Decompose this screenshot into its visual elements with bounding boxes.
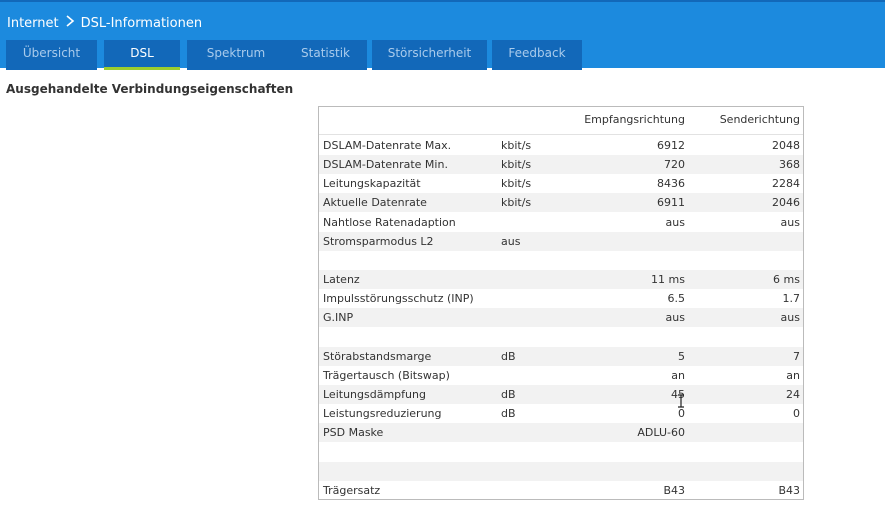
row-send-value: 0 bbox=[793, 407, 800, 421]
row-unit: kbit/s bbox=[501, 139, 532, 152]
row-receive-value: 8436 bbox=[657, 177, 685, 191]
table-row bbox=[319, 461, 803, 481]
table-row: G.INP aus aus bbox=[319, 308, 803, 328]
row-receive-value: 720 bbox=[664, 158, 685, 172]
row-send-value: 368 bbox=[779, 158, 800, 172]
text-cursor-icon bbox=[677, 393, 685, 408]
row-label: Latenz bbox=[323, 273, 360, 287]
row-send-value: 1.7 bbox=[782, 292, 801, 306]
section-title: Ausgehandelte Verbindungseigenschaften bbox=[6, 82, 294, 96]
row-send-value: B43 bbox=[778, 483, 800, 497]
row-label: Nahtlose Ratenadaption bbox=[323, 215, 456, 229]
row-unit: dB bbox=[501, 349, 516, 363]
table-row: DSLAM-Datenrate Max. kbit/s 6912 2048 bbox=[319, 136, 803, 155]
table-row: Impulsstörungsschutz (INP) 6.5 1.7 bbox=[319, 289, 803, 308]
table-row: DSLAM-Datenrate Min. kbit/s 720 368 bbox=[319, 155, 803, 175]
table-row: Trägertausch (Bitswap) an an bbox=[319, 366, 803, 385]
row-send-value: an bbox=[786, 368, 800, 382]
row-label: Leitungsdämpfung bbox=[323, 387, 426, 401]
row-label: Impulsstörungsschutz (INP) bbox=[323, 292, 474, 306]
table-row bbox=[319, 251, 803, 270]
row-send-value: 2284 bbox=[772, 177, 800, 191]
tab-feedback[interactable]: Feedback bbox=[492, 40, 582, 70]
row-label: Leitungskapazität bbox=[323, 177, 421, 191]
row-label: Störabstandsmarge bbox=[323, 349, 432, 363]
row-send-value: 24 bbox=[786, 387, 800, 401]
row-label: DSLAM-Datenrate Max. bbox=[323, 139, 452, 152]
tab-stoersicherheit[interactable]: Störsicherheit bbox=[372, 40, 487, 70]
table-row: Stromsparmodus L2 aus bbox=[319, 231, 803, 251]
row-receive-value: 6912 bbox=[657, 139, 685, 152]
table-row: Leitungskapazität kbit/s 8436 2284 bbox=[319, 174, 803, 193]
tab-spektrum[interactable]: Spektrum bbox=[187, 40, 285, 70]
row-label: Trägersatz bbox=[323, 483, 381, 497]
dsl-properties-table: Empfangsrichtung Senderichtung DSLAM-Dat… bbox=[318, 106, 804, 500]
table-row: Störabstandsmarge dB 5 7 bbox=[319, 346, 803, 366]
row-label: PSD Maske bbox=[323, 426, 384, 440]
row-unit: kbit/s bbox=[501, 158, 532, 172]
table-row bbox=[319, 442, 803, 461]
chevron-right-icon bbox=[64, 14, 76, 32]
row-receive-value: 5 bbox=[678, 349, 685, 363]
row-send-value: aus bbox=[780, 215, 800, 229]
row-receive-value: 6911 bbox=[657, 196, 685, 210]
row-unit: kbit/s bbox=[501, 177, 532, 191]
row-unit: aus bbox=[501, 234, 521, 248]
breadcrumb-parent[interactable]: Internet bbox=[7, 16, 59, 31]
table-row: Nahtlose Ratenadaption aus aus bbox=[319, 213, 803, 232]
row-send-value: 2046 bbox=[772, 196, 800, 210]
top-header: Internet DSL-Informationen Übersicht DSL… bbox=[0, 0, 885, 70]
table-row bbox=[319, 328, 803, 347]
table-header: Empfangsrichtung Senderichtung bbox=[319, 107, 803, 135]
header-receive-direction: Empfangsrichtung bbox=[584, 113, 685, 126]
row-send-value: aus bbox=[780, 311, 800, 325]
table-row: Leistungsreduzierung dB 0 0 bbox=[319, 404, 803, 423]
row-receive-value: ADLU-60 bbox=[637, 426, 685, 440]
row-unit: dB bbox=[501, 387, 516, 401]
table-row: Leitungsdämpfung dB 45 24 bbox=[319, 384, 803, 404]
row-receive-value: aus bbox=[665, 215, 685, 229]
row-receive-value: 11 ms bbox=[651, 273, 685, 287]
row-label: Aktuelle Datenrate bbox=[323, 196, 427, 210]
table-row: Trägersatz B43 B43 bbox=[319, 481, 803, 500]
row-label: DSLAM-Datenrate Min. bbox=[323, 158, 448, 172]
row-label: Trägertausch (Bitswap) bbox=[323, 368, 450, 382]
row-label: G.INP bbox=[323, 311, 354, 325]
tab-dsl[interactable]: DSL bbox=[104, 40, 180, 70]
row-send-value: 7 bbox=[793, 349, 800, 363]
header-send-direction: Senderichtung bbox=[719, 113, 800, 126]
row-label: Stromsparmodus L2 bbox=[323, 234, 434, 248]
table-row: PSD Maske ADLU-60 bbox=[319, 423, 803, 443]
tab-statistik[interactable]: Statistik bbox=[284, 40, 367, 70]
row-unit: kbit/s bbox=[501, 196, 532, 210]
row-label: Leistungsreduzierung bbox=[323, 407, 442, 421]
row-receive-value: aus bbox=[665, 311, 685, 325]
breadcrumb-current: DSL-Informationen bbox=[80, 15, 203, 31]
row-send-value: 2048 bbox=[772, 139, 800, 152]
table-row: Latenz 11 ms 6 ms bbox=[319, 270, 803, 290]
tab-uebersicht[interactable]: Übersicht bbox=[6, 40, 97, 70]
row-receive-value: 6.5 bbox=[667, 292, 686, 306]
table-row: Aktuelle Datenrate kbit/s 6911 2046 bbox=[319, 193, 803, 213]
row-send-value: 6 ms bbox=[773, 273, 800, 287]
row-receive-value: B43 bbox=[663, 483, 685, 497]
row-receive-value: an bbox=[671, 368, 685, 382]
breadcrumb: Internet DSL-Informationen bbox=[7, 14, 202, 32]
row-unit: dB bbox=[501, 407, 516, 421]
